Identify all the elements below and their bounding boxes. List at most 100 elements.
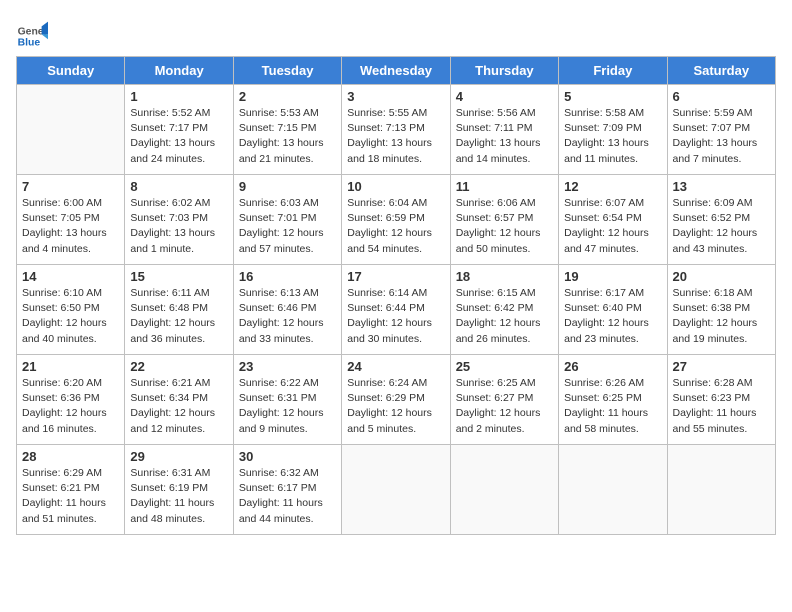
calendar-cell: 6 Sunrise: 5:59 AM Sunset: 7:07 PM Daylig…: [667, 85, 775, 175]
day-info: Sunrise: 6:04 AM Sunset: 6:59 PM Dayligh…: [347, 196, 444, 257]
day-info: Sunrise: 6:09 AM Sunset: 6:52 PM Dayligh…: [673, 196, 770, 257]
week-row-1: 1 Sunrise: 5:52 AM Sunset: 7:17 PM Daylig…: [17, 85, 776, 175]
day-info: Sunrise: 6:06 AM Sunset: 6:57 PM Dayligh…: [456, 196, 553, 257]
day-info: Sunrise: 6:03 AM Sunset: 7:01 PM Dayligh…: [239, 196, 336, 257]
day-number: 30: [239, 449, 336, 464]
day-number: 18: [456, 269, 553, 284]
day-info: Sunrise: 6:22 AM Sunset: 6:31 PM Dayligh…: [239, 376, 336, 437]
day-number: 15: [130, 269, 227, 284]
day-number: 14: [22, 269, 119, 284]
column-header-thursday: Thursday: [450, 57, 558, 85]
day-info: Sunrise: 6:14 AM Sunset: 6:44 PM Dayligh…: [347, 286, 444, 347]
day-number: 27: [673, 359, 770, 374]
day-number: 4: [456, 89, 553, 104]
header-row: SundayMondayTuesdayWednesdayThursdayFrid…: [17, 57, 776, 85]
day-number: 20: [673, 269, 770, 284]
calendar-cell: 28 Sunrise: 6:29 AM Sunset: 6:21 PM Dayli…: [17, 445, 125, 535]
calendar-cell: 11 Sunrise: 6:06 AM Sunset: 6:57 PM Dayli…: [450, 175, 558, 265]
column-header-wednesday: Wednesday: [342, 57, 450, 85]
day-info: Sunrise: 6:24 AM Sunset: 6:29 PM Dayligh…: [347, 376, 444, 437]
calendar-cell: 19 Sunrise: 6:17 AM Sunset: 6:40 PM Dayli…: [559, 265, 667, 355]
day-number: 29: [130, 449, 227, 464]
day-number: 1: [130, 89, 227, 104]
day-info: Sunrise: 6:31 AM Sunset: 6:19 PM Dayligh…: [130, 466, 227, 527]
column-header-monday: Monday: [125, 57, 233, 85]
column-header-friday: Friday: [559, 57, 667, 85]
day-info: Sunrise: 6:00 AM Sunset: 7:05 PM Dayligh…: [22, 196, 119, 257]
day-number: 21: [22, 359, 119, 374]
day-number: 17: [347, 269, 444, 284]
day-info: Sunrise: 6:18 AM Sunset: 6:38 PM Dayligh…: [673, 286, 770, 347]
calendar-cell: 13 Sunrise: 6:09 AM Sunset: 6:52 PM Dayli…: [667, 175, 775, 265]
day-number: 19: [564, 269, 661, 284]
day-number: 23: [239, 359, 336, 374]
week-row-5: 28 Sunrise: 6:29 AM Sunset: 6:21 PM Dayli…: [17, 445, 776, 535]
logo: General Blue: [16, 20, 52, 52]
column-header-sunday: Sunday: [17, 57, 125, 85]
logo-icon: General Blue: [16, 20, 48, 52]
day-info: Sunrise: 6:11 AM Sunset: 6:48 PM Dayligh…: [130, 286, 227, 347]
day-info: Sunrise: 6:20 AM Sunset: 6:36 PM Dayligh…: [22, 376, 119, 437]
day-number: 24: [347, 359, 444, 374]
day-info: Sunrise: 6:15 AM Sunset: 6:42 PM Dayligh…: [456, 286, 553, 347]
day-number: 12: [564, 179, 661, 194]
day-number: 11: [456, 179, 553, 194]
day-number: 2: [239, 89, 336, 104]
day-number: 25: [456, 359, 553, 374]
calendar-cell: [342, 445, 450, 535]
calendar-cell: 22 Sunrise: 6:21 AM Sunset: 6:34 PM Dayli…: [125, 355, 233, 445]
calendar-cell: 12Sunrise: 6:07 AM Sunset: 6:54 PM Dayli…: [559, 175, 667, 265]
day-number: 5: [564, 89, 661, 104]
day-info: Sunrise: 5:53 AM Sunset: 7:15 PM Dayligh…: [239, 106, 336, 167]
calendar-cell: 18 Sunrise: 6:15 AM Sunset: 6:42 PM Dayli…: [450, 265, 558, 355]
calendar-cell: 10Sunrise: 6:04 AM Sunset: 6:59 PM Dayli…: [342, 175, 450, 265]
day-number: 28: [22, 449, 119, 464]
calendar-cell: 21 Sunrise: 6:20 AM Sunset: 6:36 PM Dayli…: [17, 355, 125, 445]
day-info: Sunrise: 5:58 AM Sunset: 7:09 PM Dayligh…: [564, 106, 661, 167]
day-info: Sunrise: 6:10 AM Sunset: 6:50 PM Dayligh…: [22, 286, 119, 347]
calendar-cell: 1 Sunrise: 5:52 AM Sunset: 7:17 PM Daylig…: [125, 85, 233, 175]
calendar-cell: 23 Sunrise: 6:22 AM Sunset: 6:31 PM Dayli…: [233, 355, 341, 445]
calendar-cell: 25 Sunrise: 6:25 AM Sunset: 6:27 PM Dayli…: [450, 355, 558, 445]
day-info: Sunrise: 6:21 AM Sunset: 6:34 PM Dayligh…: [130, 376, 227, 437]
calendar-cell: 24 Sunrise: 6:24 AM Sunset: 6:29 PM Dayli…: [342, 355, 450, 445]
calendar-cell: 3 Sunrise: 5:55 AM Sunset: 7:13 PM Daylig…: [342, 85, 450, 175]
day-number: 26: [564, 359, 661, 374]
calendar-cell: 9Sunrise: 6:03 AM Sunset: 7:01 PM Daylig…: [233, 175, 341, 265]
page-header: General Blue: [16, 16, 776, 52]
day-info: Sunrise: 6:26 AM Sunset: 6:25 PM Dayligh…: [564, 376, 661, 437]
week-row-4: 21 Sunrise: 6:20 AM Sunset: 6:36 PM Dayli…: [17, 355, 776, 445]
calendar-cell: 30Sunrise: 6:32 AM Sunset: 6:17 PM Dayli…: [233, 445, 341, 535]
day-number: 16: [239, 269, 336, 284]
calendar-cell: [450, 445, 558, 535]
day-info: Sunrise: 6:13 AM Sunset: 6:46 PM Dayligh…: [239, 286, 336, 347]
calendar-cell: 2 Sunrise: 5:53 AM Sunset: 7:15 PM Daylig…: [233, 85, 341, 175]
calendar-cell: 5 Sunrise: 5:58 AM Sunset: 7:09 PM Daylig…: [559, 85, 667, 175]
day-number: 6: [673, 89, 770, 104]
day-number: 13: [673, 179, 770, 194]
calendar-cell: [667, 445, 775, 535]
day-info: Sunrise: 6:02 AM Sunset: 7:03 PM Dayligh…: [130, 196, 227, 257]
day-info: Sunrise: 6:25 AM Sunset: 6:27 PM Dayligh…: [456, 376, 553, 437]
day-info: Sunrise: 5:56 AM Sunset: 7:11 PM Dayligh…: [456, 106, 553, 167]
calendar-cell: 15 Sunrise: 6:11 AM Sunset: 6:48 PM Dayli…: [125, 265, 233, 355]
calendar-cell: 7Sunrise: 6:00 AM Sunset: 7:05 PM Daylig…: [17, 175, 125, 265]
day-info: Sunrise: 6:28 AM Sunset: 6:23 PM Dayligh…: [673, 376, 770, 437]
day-info: Sunrise: 6:29 AM Sunset: 6:21 PM Dayligh…: [22, 466, 119, 527]
calendar-cell: 26 Sunrise: 6:26 AM Sunset: 6:25 PM Dayli…: [559, 355, 667, 445]
day-number: 3: [347, 89, 444, 104]
day-number: 8: [130, 179, 227, 194]
column-header-tuesday: Tuesday: [233, 57, 341, 85]
svg-text:Blue: Blue: [18, 38, 41, 49]
calendar-table: SundayMondayTuesdayWednesdayThursdayFrid…: [16, 56, 776, 535]
calendar-cell: 14 Sunrise: 6:10 AM Sunset: 6:50 PM Dayli…: [17, 265, 125, 355]
calendar-cell: 29 Sunrise: 6:31 AM Sunset: 6:19 PM Dayli…: [125, 445, 233, 535]
day-info: Sunrise: 5:52 AM Sunset: 7:17 PM Dayligh…: [130, 106, 227, 167]
day-number: 22: [130, 359, 227, 374]
calendar-cell: 8 Sunrise: 6:02 AM Sunset: 7:03 PM Daylig…: [125, 175, 233, 265]
day-info: Sunrise: 5:59 AM Sunset: 7:07 PM Dayligh…: [673, 106, 770, 167]
calendar-cell: 20 Sunrise: 6:18 AM Sunset: 6:38 PM Dayli…: [667, 265, 775, 355]
day-info: Sunrise: 6:17 AM Sunset: 6:40 PM Dayligh…: [564, 286, 661, 347]
day-info: Sunrise: 5:55 AM Sunset: 7:13 PM Dayligh…: [347, 106, 444, 167]
calendar-cell: 27 Sunrise: 6:28 AM Sunset: 6:23 PM Dayli…: [667, 355, 775, 445]
